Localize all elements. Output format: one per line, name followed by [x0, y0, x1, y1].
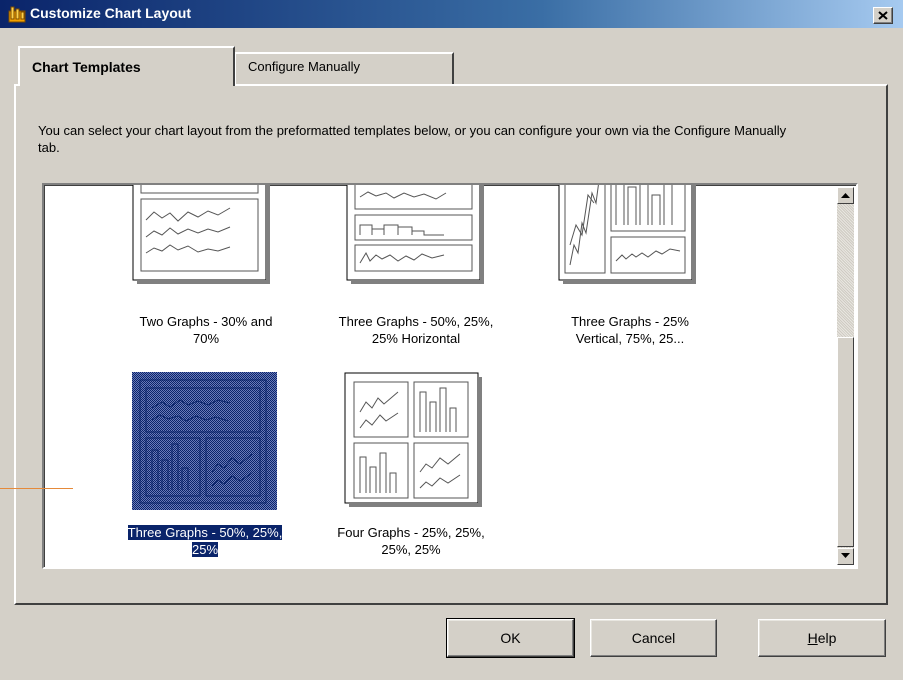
title-bar[interactable]: Customize Chart Layout: [0, 0, 903, 28]
help-button[interactable]: Help: [758, 619, 886, 657]
caption-line-2: Vertical, 75%, 25...: [575, 331, 685, 346]
caption-line-1: Two Graphs - 30% and: [139, 314, 273, 329]
app-chart-icon: [8, 6, 26, 23]
template-two-graphs-icon: [132, 185, 270, 284]
template-three-graphs-selected-icon: [132, 372, 277, 510]
scroll-down-button[interactable]: [837, 548, 854, 565]
tab-chart-templates-label: Chart Templates: [32, 59, 141, 75]
scroll-up-button[interactable]: [837, 187, 854, 204]
scrollbar-thumb[interactable]: [837, 337, 854, 547]
template-four-graphs[interactable]: [344, 372, 484, 512]
tab-configure-manually-label: Configure Manually: [248, 59, 361, 74]
template-two-graphs-caption[interactable]: Two Graphs - 30% and 70%: [106, 313, 306, 347]
template-three-graphs-50-25-25[interactable]: [132, 372, 277, 512]
template-three-horizontal-icon: [346, 185, 484, 284]
vertical-scrollbar[interactable]: [837, 187, 854, 565]
template-four-graphs-caption[interactable]: Four Graphs - 25%, 25%, 25%, 25%: [306, 524, 516, 558]
help-accelerator: H: [807, 630, 818, 646]
intro-text: You can select your chart layout from th…: [38, 123, 787, 155]
caption-line-2: 70%: [192, 331, 220, 346]
template-three-vertical-icon: [558, 185, 696, 284]
arrow-down-icon: [841, 553, 850, 558]
caption-line-2: 25%: [191, 542, 219, 557]
pointer-line: [0, 488, 73, 489]
caption-line-1: Three Graphs - 25%: [571, 314, 689, 329]
template-four-graphs-icon: [344, 372, 482, 507]
tab-configure-manually[interactable]: Configure Manually: [234, 52, 454, 84]
customize-chart-layout-dialog: Customize Chart Layout Chart Templates C…: [0, 0, 903, 680]
cancel-button[interactable]: Cancel: [590, 619, 717, 657]
template-three-vertical-caption[interactable]: Three Graphs - 25% Vertical, 75%, 25...: [530, 313, 730, 347]
ok-button[interactable]: OK: [446, 618, 575, 658]
help-label-rest: elp: [817, 630, 837, 646]
arrow-up-icon: [841, 193, 850, 198]
caption-line-1: Three Graphs - 50%, 25%,: [127, 525, 283, 540]
template-three-horizontal-caption[interactable]: Three Graphs - 50%, 25%, 25% Horizontal: [316, 313, 516, 347]
template-three-graphs-vertical[interactable]: [558, 185, 698, 285]
close-button[interactable]: [873, 7, 893, 24]
template-two-graphs-30-70[interactable]: [132, 185, 272, 285]
caption-line-1: Three Graphs - 50%, 25%,: [338, 314, 494, 329]
close-icon: [878, 11, 888, 20]
caption-line-1: Four Graphs - 25%, 25%,: [337, 525, 485, 540]
caption-line-2: 25% Horizontal: [371, 331, 461, 346]
tab-chart-templates[interactable]: Chart Templates: [18, 46, 235, 86]
template-list[interactable]: Two Graphs - 30% and 70% Three Graphs - 5…: [42, 183, 858, 569]
caption-line-2: 25%, 25%: [381, 542, 441, 557]
template-three-graphs-horizontal[interactable]: [346, 185, 486, 285]
window-title: Customize Chart Layout: [30, 5, 192, 21]
template-three-graphs-selected-caption[interactable]: Three Graphs - 50%, 25%, 25%: [100, 524, 310, 558]
